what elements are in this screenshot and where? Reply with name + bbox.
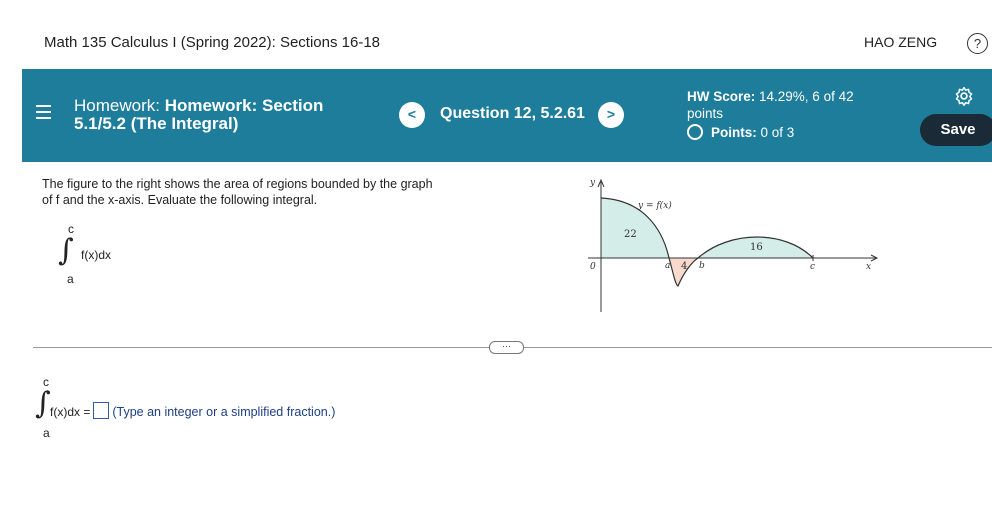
hw-score: HW Score: 14.29%, 6 of 42 points: [687, 88, 854, 122]
settings-gear-icon[interactable]: [954, 86, 974, 106]
answer-hint: (Type an integer or a simplified fractio…: [112, 405, 336, 419]
previous-question-button[interactable]: <: [399, 102, 425, 128]
region2-area-label: 4: [681, 261, 687, 272]
homework-title: Homework: Homework: Section 5.1/5.2 (The…: [74, 97, 374, 133]
question-points: Points: 0 of 3: [687, 124, 794, 140]
question-prompt: The figure to the right shows the area o…: [42, 177, 433, 207]
homework-banner: Homework: Homework: Section 5.1/5.2 (The…: [22, 69, 992, 162]
answer-integral: c ∫ f(x)dx = (Type an integer or a simpli…: [35, 375, 440, 445]
user-name[interactable]: HAO ZENG: [864, 34, 937, 50]
homework-title-line1: Homework: Section: [164, 96, 324, 115]
points-circle-icon: [687, 124, 703, 140]
homework-title-line2: 5.1/5.2 (The Integral): [74, 114, 239, 133]
answer-row: f(x)dx = (Type an integer or a simplified…: [50, 402, 335, 419]
answer-lower-limit: a: [43, 426, 50, 440]
y-axis-label: y: [589, 178, 596, 188]
hw-score-value: 14.29%, 6 of 42: [759, 89, 854, 104]
top-bar: Math 135 Calculus I (Spring 2022): Secti…: [0, 0, 992, 69]
function-label: y = f(x): [637, 200, 672, 211]
area-figure: y x 0 y = f(x) 22 4 16 a b c: [588, 178, 879, 312]
homework-prefix: Homework:: [74, 96, 165, 115]
origin-label: 0: [590, 262, 596, 272]
answer-integral-sign-icon: ∫: [35, 386, 51, 421]
points-label: Points:: [711, 125, 761, 140]
help-icon[interactable]: ?: [967, 33, 988, 54]
menu-icon[interactable]: [36, 105, 51, 123]
question-label: Question 12, 5.2.61: [440, 105, 585, 122]
region1-area-label: 22: [624, 229, 637, 240]
answer-input[interactable]: [93, 402, 110, 419]
integral-lower-limit: a: [67, 272, 74, 286]
x-axis-label: x: [866, 262, 871, 272]
more-options-button[interactable]: ···: [489, 341, 524, 354]
integral-integrand: f(x)dx: [81, 248, 111, 262]
region3-area-label: 16: [750, 242, 763, 253]
next-question-button[interactable]: >: [598, 102, 624, 128]
hw-score-unit: points: [687, 106, 724, 121]
point-c-label: c: [810, 262, 815, 272]
points-value: 0 of 3: [760, 125, 795, 140]
integral-sign-icon: ∫: [58, 233, 74, 268]
answer-lhs: f(x)dx =: [50, 405, 91, 419]
question-integral: c ∫ f(x)dx a: [54, 222, 154, 292]
point-a-label: a: [665, 261, 670, 271]
hw-score-label: HW Score:: [687, 89, 760, 104]
course-title: Math 135 Calculus I (Spring 2022): Secti…: [44, 34, 381, 51]
point-b-label: b: [699, 261, 705, 271]
save-button[interactable]: Save: [920, 114, 992, 146]
